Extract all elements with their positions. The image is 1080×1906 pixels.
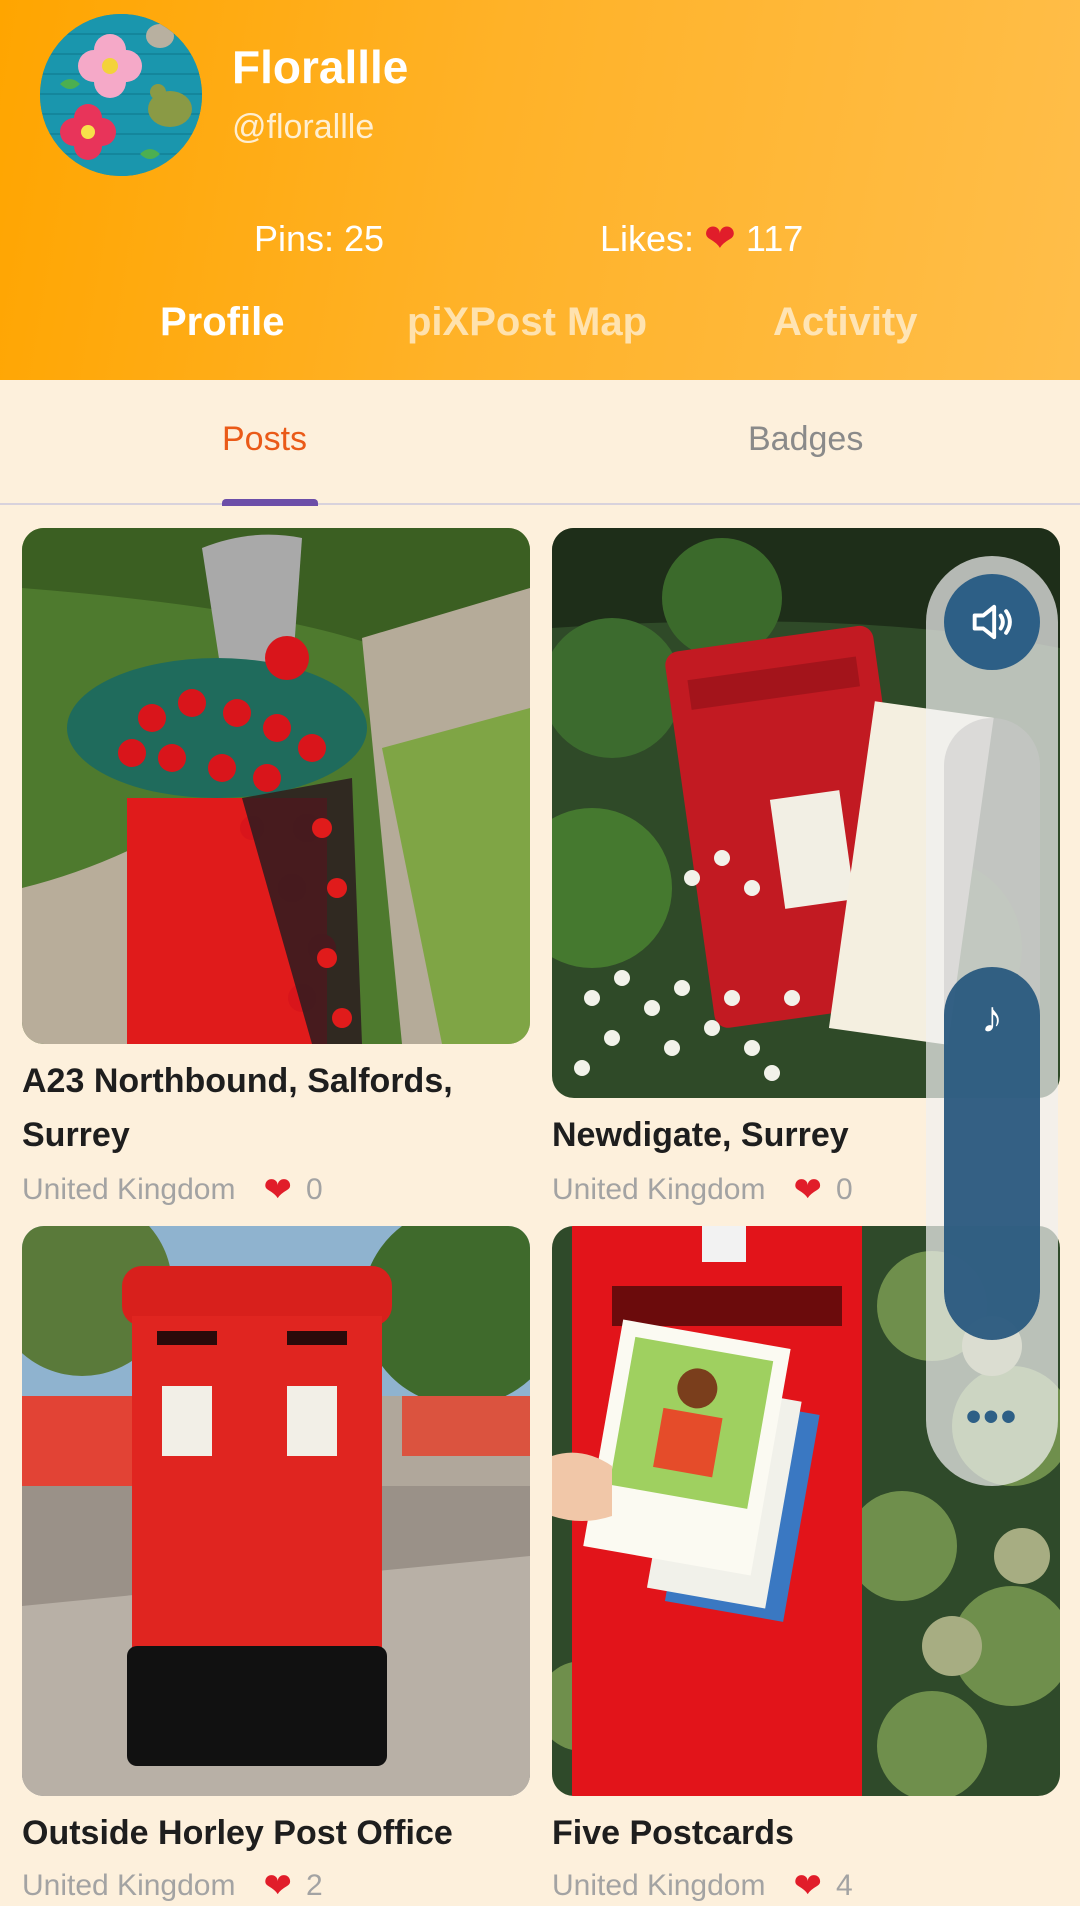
pillar-box-photo[interactable]: [22, 1226, 530, 1796]
tab-activity[interactable]: Activity: [773, 300, 918, 345]
pins-label: Pins: 25: [254, 218, 385, 259]
more-options-button[interactable]: •••: [926, 1392, 1058, 1442]
post-card[interactable]: Outside Horley Post Office United Kingdo…: [22, 1226, 530, 1906]
post-title-line2: Surrey: [22, 1116, 130, 1154]
post-likes: 4: [835, 1869, 853, 1902]
likes-stat: Likes: ❤ 117: [600, 218, 803, 260]
post-country: United Kingdom: [22, 1869, 236, 1902]
post-title: Five Postcards: [552, 1814, 794, 1852]
post-country: United Kingdom: [552, 1173, 766, 1206]
post-title: A23 Northbound, Salfords,: [22, 1062, 453, 1100]
speaker-icon: [972, 604, 1012, 640]
tab-indicator: [222, 499, 318, 506]
yarn-bombed-postbox-photo[interactable]: [22, 528, 530, 1044]
tab-pixpost-map[interactable]: piXPost Map: [407, 300, 647, 345]
avatar[interactable]: [40, 14, 202, 176]
volume-slider[interactable]: ♪: [944, 718, 1040, 1340]
volume-panel: ♪ •••: [926, 556, 1058, 1486]
tab-badges[interactable]: Badges: [748, 420, 863, 459]
likes-count: 117: [745, 218, 804, 259]
user-handle: @florallle: [232, 108, 375, 146]
tab-posts[interactable]: Posts: [222, 420, 307, 459]
post-meta: United Kingdom ❤ 4: [552, 1866, 853, 1906]
heart-icon[interactable]: ❤: [263, 1866, 292, 1906]
tab-profile[interactable]: Profile: [160, 300, 284, 345]
music-note-icon: ♪: [981, 993, 1003, 1042]
post-card[interactable]: A23 Northbound, Salfords, Surrey United …: [22, 528, 530, 1210]
heart-icon[interactable]: ❤: [263, 1170, 292, 1210]
heart-icon[interactable]: ❤: [793, 1170, 822, 1210]
post-meta: United Kingdom ❤ 0: [552, 1170, 853, 1210]
post-likes: 0: [835, 1173, 853, 1206]
post-country: United Kingdom: [22, 1173, 236, 1206]
heart-icon: ❤: [704, 218, 736, 260]
sub-tab-bar: Posts Badges: [0, 380, 1080, 506]
top-tab-bar: Profile piXPost Map Activity: [0, 300, 1080, 360]
post-likes: 0: [305, 1173, 323, 1206]
user-display-name: Florallle: [232, 41, 409, 93]
post-meta: United Kingdom ❤ 2: [22, 1866, 323, 1906]
post-likes: 2: [305, 1869, 323, 1902]
profile-header: Florallle @florallle Pins: 25 Likes: ❤ 1…: [0, 0, 1080, 380]
post-title: Newdigate, Surrey: [552, 1116, 849, 1154]
likes-label: Likes:: [600, 218, 695, 259]
post-title: Outside Horley Post Office: [22, 1814, 453, 1852]
speaker-button[interactable]: [944, 574, 1040, 670]
pins-stat: Pins: 25: [254, 218, 384, 260]
heart-icon[interactable]: ❤: [793, 1866, 822, 1906]
post-meta: United Kingdom ❤ 0: [22, 1170, 323, 1210]
post-country: United Kingdom: [552, 1869, 766, 1902]
